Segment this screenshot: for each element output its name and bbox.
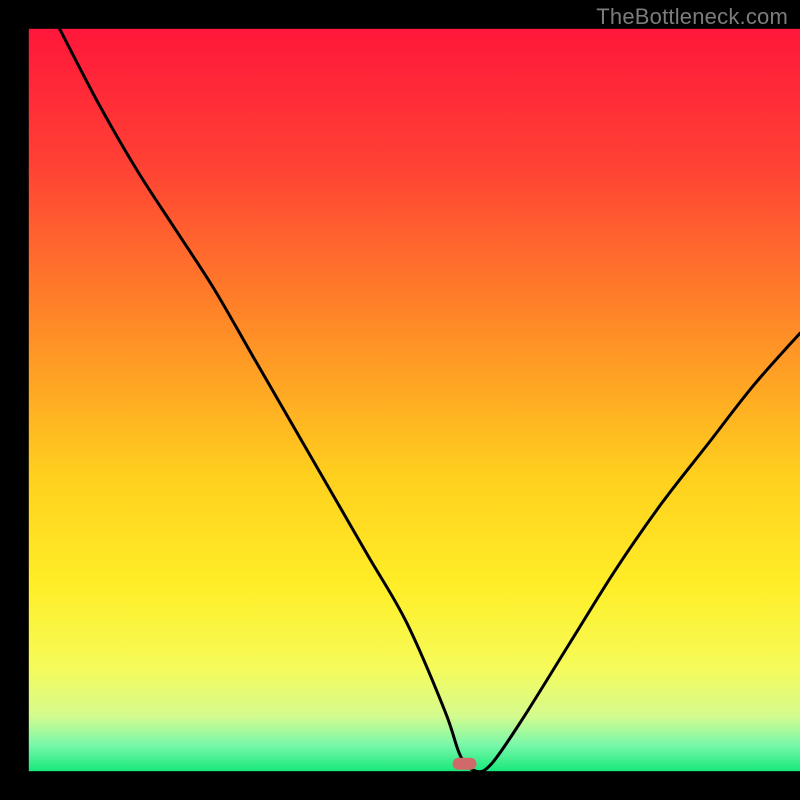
minimum-marker [453,758,477,770]
attribution-text: TheBottleneck.com [596,4,788,30]
plot-area [29,29,800,771]
chart-frame: TheBottleneck.com [0,0,800,800]
chart-svg [0,0,800,800]
